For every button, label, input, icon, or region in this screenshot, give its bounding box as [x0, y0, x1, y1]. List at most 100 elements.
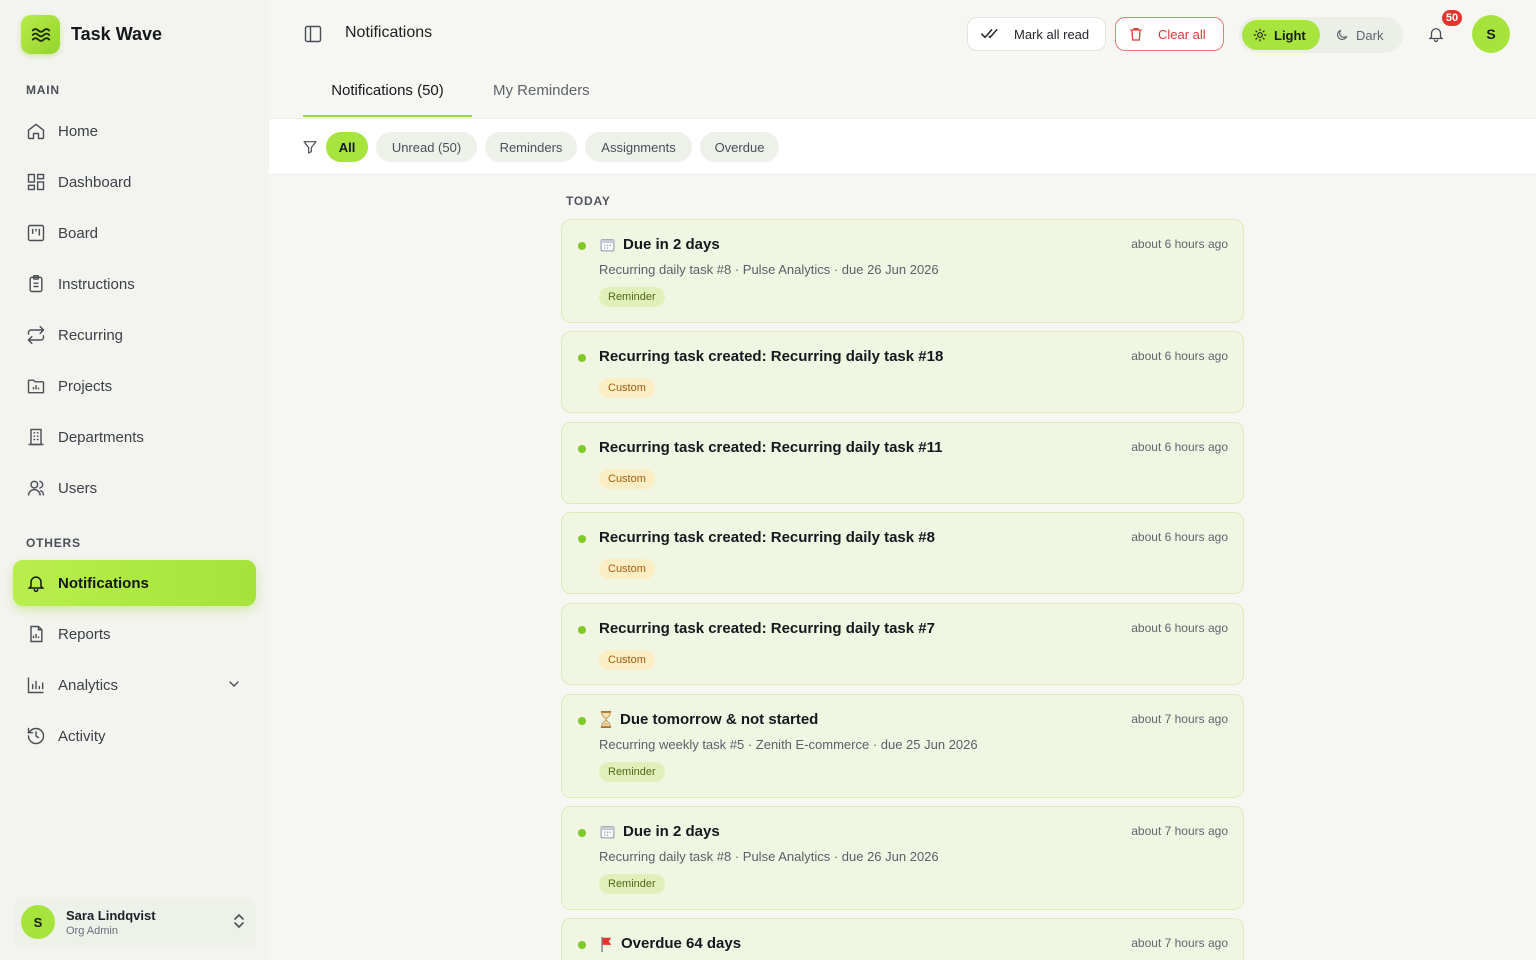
sidebar-item-users[interactable]: Users: [13, 465, 256, 511]
unread-dot: [578, 445, 586, 453]
notification-tabs: Notifications (50) My Reminders: [269, 70, 1536, 118]
filter-assignments[interactable]: Assignments: [585, 132, 692, 162]
notification-card[interactable]: Due in 2 days about 6 hours ago Recurrin…: [561, 219, 1244, 323]
double-check-icon: [980, 26, 1000, 42]
sidebar-item-projects[interactable]: Projects: [13, 363, 256, 409]
tag-badge: Custom: [599, 378, 655, 398]
notification-title: Due in 2 days: [599, 236, 720, 253]
mark-all-read-button[interactable]: Mark all read: [967, 17, 1106, 51]
unread-dot: [578, 829, 586, 837]
notification-title-text: Due in 2 days: [623, 236, 720, 253]
filter-all[interactable]: All: [326, 132, 368, 162]
sidebar-item-activity[interactable]: Activity: [13, 713, 256, 759]
group-label-today: TODAY: [566, 194, 611, 208]
trash-icon: [1128, 25, 1144, 43]
calendar-icon: [599, 236, 616, 253]
users-icon: [26, 478, 46, 498]
theme-dark-button[interactable]: Dark: [1335, 20, 1383, 50]
sidebar-item-label: Reports: [58, 625, 111, 643]
chevron-down-icon[interactable]: [226, 676, 242, 696]
filter-bar: All Unread (50) Reminders Assignments Ov…: [269, 118, 1536, 175]
building-icon: [26, 427, 46, 447]
notification-card[interactable]: Recurring task created: Recurring daily …: [561, 331, 1244, 413]
sidebar-item-label: Projects: [58, 377, 113, 395]
notification-time: about 7 hours ago: [1131, 712, 1228, 726]
sidebar-item-board[interactable]: Board: [13, 210, 256, 256]
tab-notifications[interactable]: Notifications (50): [303, 82, 472, 117]
filter-icon: [302, 139, 318, 160]
sidebar-item-label: Analytics: [58, 676, 119, 694]
notification-title-text: Due in 2 days: [623, 823, 720, 840]
notification-subtitle: Recurring daily task #8 · Pulse Analytic…: [599, 849, 939, 864]
unread-dot: [578, 626, 586, 634]
sidebar-item-instructions[interactable]: Instructions: [13, 261, 256, 307]
sidebar-item-label: Instructions: [58, 275, 135, 293]
user-name: Sara Lindqvist: [66, 907, 156, 923]
filter-reminders[interactable]: Reminders: [485, 132, 577, 162]
sidebar-item-dashboard[interactable]: Dashboard: [13, 159, 256, 205]
notification-card[interactable]: Recurring task created: Recurring daily …: [561, 422, 1244, 504]
tag-badge: Custom: [599, 650, 655, 670]
unread-dot: [578, 941, 586, 949]
notification-title: Overdue 64 days: [599, 935, 741, 952]
red-flag-icon: [599, 936, 614, 952]
filter-overdue[interactable]: Overdue: [700, 132, 779, 162]
clear-all-button[interactable]: Clear all: [1115, 17, 1224, 51]
user-menu[interactable]: S Sara Lindqvist Org Admin: [13, 897, 256, 947]
notification-subtitle: Recurring daily task #8 · Pulse Analytic…: [599, 262, 939, 277]
theme-light-button[interactable]: Light: [1242, 20, 1320, 50]
tab-my-reminders[interactable]: My Reminders: [493, 82, 590, 117]
notification-subtitle: Recurring weekly task #5 · Zenith E-comm…: [599, 737, 978, 752]
notification-count-badge: 50: [1440, 8, 1464, 28]
sidebar-item-departments[interactable]: Departments: [13, 414, 256, 460]
notification-card[interactable]: Due tomorrow & not started about 7 hours…: [561, 694, 1244, 798]
board-icon: [26, 223, 46, 243]
sidebar-item-label: Home: [58, 122, 99, 140]
theme-light-label: Light: [1274, 27, 1306, 43]
mark-all-read-label: Mark all read: [1014, 26, 1090, 42]
sidebar-item-reports[interactable]: Reports: [13, 611, 256, 657]
tag-badge: Custom: [599, 559, 655, 579]
section-others-label: OTHERS: [26, 536, 81, 550]
notification-bell-icon[interactable]: [1427, 24, 1445, 49]
moon-icon: [1335, 28, 1349, 42]
notification-title: Recurring task created: Recurring daily …: [599, 348, 944, 365]
notification-time: about 6 hours ago: [1131, 621, 1228, 635]
home-icon: [26, 121, 46, 141]
notification-card[interactable]: Due in 2 days about 7 hours ago Recurrin…: [561, 806, 1244, 910]
clipboard-icon: [26, 274, 46, 294]
bell-icon: [26, 573, 46, 593]
sun-icon: [1253, 28, 1267, 42]
filter-unread[interactable]: Unread (50): [376, 132, 477, 162]
notification-card[interactable]: Overdue 64 days about 7 hours ago: [561, 918, 1244, 960]
sidebar-item-notifications[interactable]: Notifications: [13, 560, 256, 606]
sidebar-item-label: Activity: [58, 727, 106, 745]
notification-card[interactable]: Recurring task created: Recurring daily …: [561, 603, 1244, 685]
dashboard-icon: [26, 172, 46, 192]
calendar-icon: [599, 823, 616, 840]
sidebar-item-recurring[interactable]: Recurring: [13, 312, 256, 358]
sidebar-item-analytics[interactable]: Analytics: [13, 662, 256, 708]
notification-title: Recurring task created: Recurring daily …: [599, 620, 935, 637]
tag-badge: Reminder: [599, 287, 665, 307]
notification-card[interactable]: Recurring task created: Recurring daily …: [561, 512, 1244, 594]
unread-dot: [578, 535, 586, 543]
brand[interactable]: Task Wave: [21, 15, 162, 54]
notification-time: about 6 hours ago: [1131, 530, 1228, 544]
folder-icon: [26, 376, 46, 396]
notification-title-text: Due tomorrow & not started: [620, 711, 819, 728]
sidebar-item-home[interactable]: Home: [13, 108, 256, 154]
sidebar-item-label: Notifications: [58, 574, 149, 592]
analytics-icon: [26, 675, 46, 695]
avatar: S: [21, 905, 55, 939]
user-role: Org Admin: [66, 924, 118, 937]
unread-dot: [578, 717, 586, 725]
clear-all-label: Clear all: [1158, 26, 1206, 42]
avatar[interactable]: S: [1472, 15, 1510, 53]
notification-title: Recurring task created: Recurring daily …: [599, 439, 943, 456]
sidebar-item-label: Board: [58, 224, 99, 242]
tag-badge: Reminder: [599, 762, 665, 782]
theme-toggle: Light Dark: [1239, 17, 1403, 53]
sidebar: Task Wave MAIN Home Dashboard Board Inst…: [0, 0, 269, 960]
sidebar-toggle-icon[interactable]: [303, 24, 323, 49]
